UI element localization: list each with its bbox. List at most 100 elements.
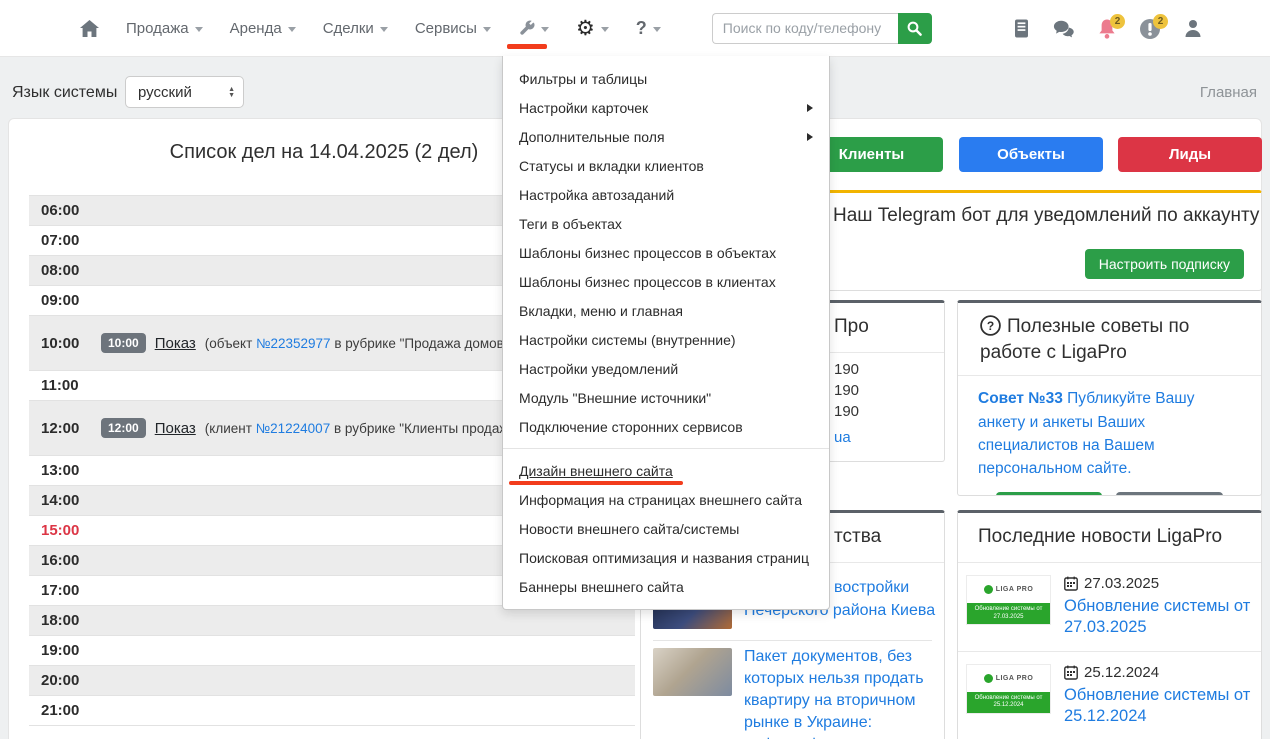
contacts-phone: 190 xyxy=(834,382,860,399)
menu-item-label: Настройка автозаданий xyxy=(519,186,675,203)
menu-item[interactable]: Дизайн внешнего сайта xyxy=(503,456,829,485)
user-icon[interactable] xyxy=(1182,18,1204,40)
leads-button[interactable]: Лиды xyxy=(1118,137,1262,172)
question-circle-icon: ? xyxy=(980,315,1001,336)
nav-item-sales[interactable]: Продажа xyxy=(126,20,203,37)
time-label: 21:00 xyxy=(41,702,80,719)
language-select[interactable]: русский ▲ ▼ xyxy=(125,76,244,108)
news-date-text: 27.03.2025 xyxy=(1084,575,1160,592)
bell-icon[interactable]: 2 xyxy=(1096,13,1125,40)
news-item[interactable]: LIGA PRO Обновление системы от 27.03.2025… xyxy=(958,563,1261,651)
news-thumbnail-documents[interactable] xyxy=(653,648,732,696)
ligapro-logo: LIGA PRO xyxy=(967,576,1050,603)
menu-item[interactable]: Шаблоны бизнес процессов в объектах xyxy=(503,238,829,267)
submenu-arrow-icon xyxy=(807,103,813,112)
event-object-link[interactable]: №22352977 xyxy=(256,336,331,351)
menu-item-label: Шаблоны бизнес процессов в клиентах xyxy=(519,273,776,290)
divider xyxy=(653,640,932,641)
menu-item[interactable]: Статусы и вкладки клиентов xyxy=(503,151,829,180)
objects-button[interactable]: Объекты xyxy=(959,137,1103,172)
news-title-link[interactable]: Обновление системы от 27.03.2025 xyxy=(1064,596,1253,639)
home-nav-item[interactable] xyxy=(80,19,99,37)
submenu-arrow-icon xyxy=(807,132,813,141)
menu-item[interactable]: Настройки карточек xyxy=(503,93,829,122)
news-thumb-caption: Обновление системы от 27.03.2025 xyxy=(967,603,1050,624)
menu-item[interactable]: Фильтры и таблицы xyxy=(503,64,829,93)
calendar-icon xyxy=(1064,576,1078,591)
nav-item-tools[interactable] xyxy=(518,20,549,37)
menu-item[interactable]: Вкладки, меню и главная xyxy=(503,296,829,325)
nav-item-services[interactable]: Сервисы xyxy=(415,20,491,37)
agency-news-2-link[interactable]: Пакет документов, без которых нельзя про… xyxy=(744,646,940,739)
menu-item-label: Информация на страницах внешнего сайта xyxy=(519,491,803,508)
alert-icon[interactable]: 2 xyxy=(1139,13,1168,40)
search-button[interactable] xyxy=(897,12,932,44)
nav-item-help[interactable]: ? xyxy=(636,18,661,39)
tip-number: Совет №33 xyxy=(978,390,1063,408)
chevron-down-icon xyxy=(379,26,388,32)
tips-buttons: Подробнее Все советы xyxy=(958,492,1261,495)
event-action-link[interactable]: Показ xyxy=(155,335,196,352)
nav-item-settings[interactable]: ⚙ xyxy=(576,18,609,39)
event-action-link[interactable]: Показ xyxy=(155,420,196,437)
contacts-site-link[interactable]: ua xyxy=(834,429,851,446)
alert-badge: 2 xyxy=(1153,13,1168,29)
calendar-icon xyxy=(1064,576,1078,591)
ligapro-logo-mark xyxy=(983,585,993,594)
ligapro-logo-mark xyxy=(983,673,993,683)
menu-item-label: Дизайн внешнего сайта xyxy=(519,462,673,479)
menu-item[interactable]: Баннеры внешнего сайта xyxy=(503,572,829,601)
event-object-link[interactable]: №21224007 xyxy=(256,421,331,436)
menu-item[interactable]: Настройки системы (внутренние) xyxy=(503,325,829,354)
agency-news-1-line1[interactable]: востройки xyxy=(834,579,909,597)
app-root: Продажа Аренда Сделки Сервисы ⚙ ? Поиск … xyxy=(0,0,1270,739)
menu-item[interactable]: Шаблоны бизнес процессов в клиентах xyxy=(503,267,829,296)
event-time-badge: 10:00 xyxy=(101,333,146,353)
menu-item[interactable]: Теги в объектах xyxy=(503,209,829,238)
time-label: 19:00 xyxy=(41,642,80,659)
contacts-phone: 190 xyxy=(834,403,860,420)
chevron-down-icon xyxy=(194,26,203,32)
telegram-subscribe-button[interactable]: Настроить подписку xyxy=(1084,249,1244,279)
menu-item[interactable]: Модуль "Внешние источники" xyxy=(503,383,829,412)
menu-item[interactable]: Новости внешнего сайта/системы xyxy=(503,514,829,543)
news-date: 25.12.2024 xyxy=(1064,664,1253,681)
menu-item[interactable]: Поисковая оптимизация и названия страниц xyxy=(503,543,829,572)
search-group xyxy=(711,12,932,44)
menu-item[interactable]: Информация на страницах внешнего сайта xyxy=(503,485,829,514)
menu-item-label: Подключение сторонних сервисов xyxy=(519,418,743,435)
liga-news-list: LIGA PRO Обновление системы от 27.03.2025… xyxy=(958,563,1261,739)
menu-item-label: Модуль "Внешние источники" xyxy=(519,389,712,406)
wrench-icon xyxy=(520,20,535,35)
journal-icon[interactable] xyxy=(1010,18,1032,40)
home-icon xyxy=(80,19,99,37)
schedule-row: 20:00 xyxy=(29,666,635,696)
tips-header-text: Полезные советы по работе с LigaPro xyxy=(980,316,1190,363)
chat-icon[interactable] xyxy=(1053,18,1075,40)
menu-item[interactable]: Дополнительные поля xyxy=(503,122,829,151)
search-input[interactable] xyxy=(711,12,898,44)
event-description: (объект №22352977 в рубрике "Продажа дом… xyxy=(204,335,514,351)
menu-item[interactable]: Настройка автозаданий xyxy=(503,180,829,209)
news-item[interactable]: LIGA PRO Обновление системы от 25.12.2024… xyxy=(958,650,1261,739)
tips-widget: ? Полезные советы по работе с LigaPro Сов… xyxy=(957,300,1262,496)
calendar-event[interactable]: 10:00 Показ (объект №22352977 в рубрике "П… xyxy=(101,333,537,353)
contacts-phone: 190 xyxy=(834,361,860,378)
time-label: 11:00 xyxy=(41,377,79,394)
time-label: 18:00 xyxy=(41,612,80,629)
agency-header-fragment: тства xyxy=(834,526,882,547)
news-title-link[interactable]: Обновление системы от 25.12.2024 xyxy=(1064,685,1253,728)
help-icon: ? xyxy=(635,17,647,38)
schedule-row: 21:00 xyxy=(29,696,635,726)
all-tips-button[interactable]: Все советы xyxy=(1115,492,1224,495)
menu-item[interactable]: Подключение сторонних сервисов xyxy=(503,412,829,441)
time-label: 15:00 xyxy=(41,522,80,539)
menu-divider xyxy=(503,448,829,449)
menu-item[interactable]: Настройки уведомлений xyxy=(503,354,829,383)
nav-item-rent[interactable]: Аренда xyxy=(230,20,296,37)
nav-label: Продажа xyxy=(126,19,189,37)
calendar-icon xyxy=(1064,665,1078,680)
tip-more-button[interactable]: Подробнее xyxy=(995,492,1102,495)
nav-item-deals[interactable]: Сделки xyxy=(323,20,388,37)
bell-badge: 2 xyxy=(1110,13,1125,29)
